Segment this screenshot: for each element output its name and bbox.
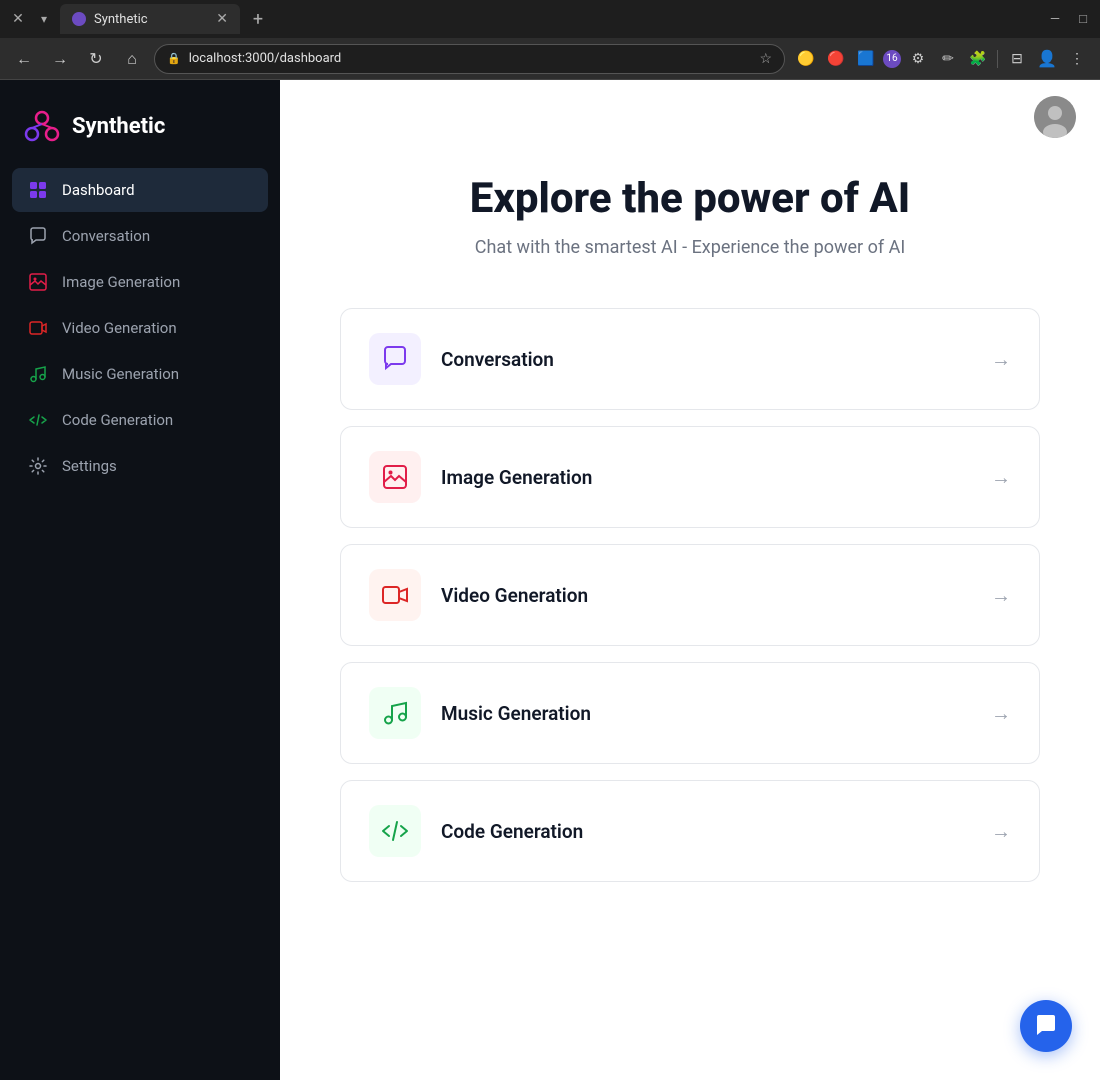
extension-icon-5[interactable]: ✏ — [935, 46, 961, 72]
toolbar-extensions: 🟡 🔴 🟦 16 ⚙ ✏ 🧩 ⊟ 👤 ⋮ — [793, 46, 1090, 72]
tab-title: Synthetic — [94, 12, 148, 27]
music-card-icon — [381, 699, 409, 727]
extension-icon-3[interactable]: 🟦 — [853, 46, 879, 72]
code-card-label: Code Generation — [441, 820, 991, 843]
code-card-icon-wrap — [369, 805, 421, 857]
sidebar-item-code-generation[interactable]: Code Generation — [12, 398, 268, 442]
sidebar-item-label-video-generation: Video Generation — [62, 319, 177, 337]
feature-card-conversation[interactable]: Conversation → — [340, 308, 1040, 410]
music-card-arrow: → — [991, 701, 1011, 726]
video-card-icon — [381, 581, 409, 609]
browser-toolbar: ← → ↻ ⌂ 🔒 localhost:3000/dashboard ☆ 🟡 🔴… — [0, 38, 1100, 80]
hero-subtitle: Chat with the smartest AI - Experience t… — [320, 237, 1060, 258]
extension-icon-1[interactable]: 🟡 — [793, 46, 819, 72]
home-button[interactable]: ⌂ — [118, 45, 146, 73]
video-card-icon-wrap — [369, 569, 421, 621]
browser-close-button[interactable]: ✕ — [8, 9, 28, 29]
image-card-icon — [381, 463, 409, 491]
feature-card-code-generation[interactable]: Code Generation → — [340, 780, 1040, 882]
tab-close-button[interactable]: ✕ — [216, 11, 228, 27]
sidebar-item-video-generation[interactable]: Video Generation — [12, 306, 268, 350]
sidebar-item-label-music-generation: Music Generation — [62, 365, 179, 383]
video-card-label: Video Generation — [441, 584, 991, 607]
sidebar-item-label-dashboard: Dashboard — [62, 181, 135, 199]
sidebar-item-image-generation[interactable]: Image Generation — [12, 260, 268, 304]
forward-button[interactable]: → — [46, 45, 74, 73]
conversation-card-icon-wrap — [369, 333, 421, 385]
app-layout: Synthetic Dashboard — [0, 80, 1100, 1080]
code-card-arrow: → — [991, 819, 1011, 844]
new-tab-button[interactable]: + — [246, 7, 270, 31]
feature-card-video-generation[interactable]: Video Generation → — [340, 544, 1040, 646]
main-header — [280, 80, 1100, 154]
feature-card-music-generation[interactable]: Music Generation → — [340, 662, 1040, 764]
minimize-button[interactable]: — — [1046, 10, 1064, 28]
conversation-card-label: Conversation — [441, 348, 991, 371]
sidebar-item-dashboard[interactable]: Dashboard — [12, 168, 268, 212]
extension-icon-2[interactable]: 🔴 — [823, 46, 849, 72]
sidebar-toggle-button[interactable]: ⊟ — [1004, 46, 1030, 72]
back-button[interactable]: ← — [10, 45, 38, 73]
user-profile-icon[interactable]: 👤 — [1034, 46, 1060, 72]
browser-titlebar: ✕ ▾ Synthetic ✕ + — □ — [0, 0, 1100, 38]
browser-tab-active[interactable]: Synthetic ✕ — [60, 4, 240, 34]
tab-favicon-icon — [72, 12, 86, 26]
sidebar-navigation: Dashboard Conversation — [0, 168, 280, 1080]
browser-tab-dropdown[interactable]: ▾ — [34, 9, 54, 29]
video-card-arrow: → — [991, 583, 1011, 608]
image-card-label: Image Generation — [441, 466, 991, 489]
address-text: localhost:3000/dashboard — [189, 51, 342, 66]
lock-icon: 🔒 — [167, 52, 181, 65]
music-card-label: Music Generation — [441, 702, 991, 725]
feature-cards-section: Conversation → Image Generation → — [280, 298, 1100, 922]
sidebar-item-label-conversation: Conversation — [62, 227, 150, 245]
music-card-icon-wrap — [369, 687, 421, 739]
conversation-card-icon — [381, 345, 409, 373]
video-generation-icon — [28, 318, 48, 338]
code-generation-icon — [28, 410, 48, 430]
sidebar-item-music-generation[interactable]: Music Generation — [12, 352, 268, 396]
sidebar-logo-text: Synthetic — [72, 114, 165, 139]
sidebar-item-label-code-generation: Code Generation — [62, 411, 173, 429]
toolbar-divider — [997, 50, 998, 68]
main-content: Explore the power of AI Chat with the sm… — [280, 80, 1100, 1080]
extension-icon-6[interactable]: 🧩 — [965, 46, 991, 72]
extension-badge[interactable]: 16 — [883, 50, 901, 68]
browser-menu-button[interactable]: ⋮ — [1064, 46, 1090, 72]
sidebar-item-conversation[interactable]: Conversation — [12, 214, 268, 258]
address-bar[interactable]: 🔒 localhost:3000/dashboard ☆ — [154, 44, 785, 74]
image-generation-icon — [28, 272, 48, 292]
chat-bubble-icon — [1033, 1013, 1059, 1039]
sidebar-item-label-image-generation: Image Generation — [62, 273, 180, 291]
conversation-icon — [28, 226, 48, 246]
hero-title: Explore the power of AI — [320, 174, 1060, 223]
bookmark-icon[interactable]: ☆ — [759, 51, 772, 67]
chat-bubble-button[interactable] — [1020, 1000, 1072, 1052]
sidebar-item-settings[interactable]: Settings — [12, 444, 268, 488]
maximize-button[interactable]: □ — [1074, 10, 1092, 28]
extension-icon-4[interactable]: ⚙ — [905, 46, 931, 72]
conversation-card-arrow: → — [991, 347, 1011, 372]
sidebar-item-label-settings: Settings — [62, 457, 117, 475]
feature-card-image-generation[interactable]: Image Generation → — [340, 426, 1040, 528]
code-card-icon — [381, 817, 409, 845]
settings-icon — [28, 456, 48, 476]
music-generation-icon — [28, 364, 48, 384]
sidebar-logo[interactable]: Synthetic — [0, 80, 280, 168]
refresh-button[interactable]: ↻ — [82, 45, 110, 73]
dashboard-icon — [28, 180, 48, 200]
image-card-icon-wrap — [369, 451, 421, 503]
hero-section: Explore the power of AI Chat with the sm… — [280, 154, 1100, 298]
image-card-arrow: → — [991, 465, 1011, 490]
user-avatar[interactable] — [1034, 96, 1076, 138]
sidebar: Synthetic Dashboard — [0, 80, 280, 1080]
synthetic-logo-icon — [24, 108, 60, 144]
